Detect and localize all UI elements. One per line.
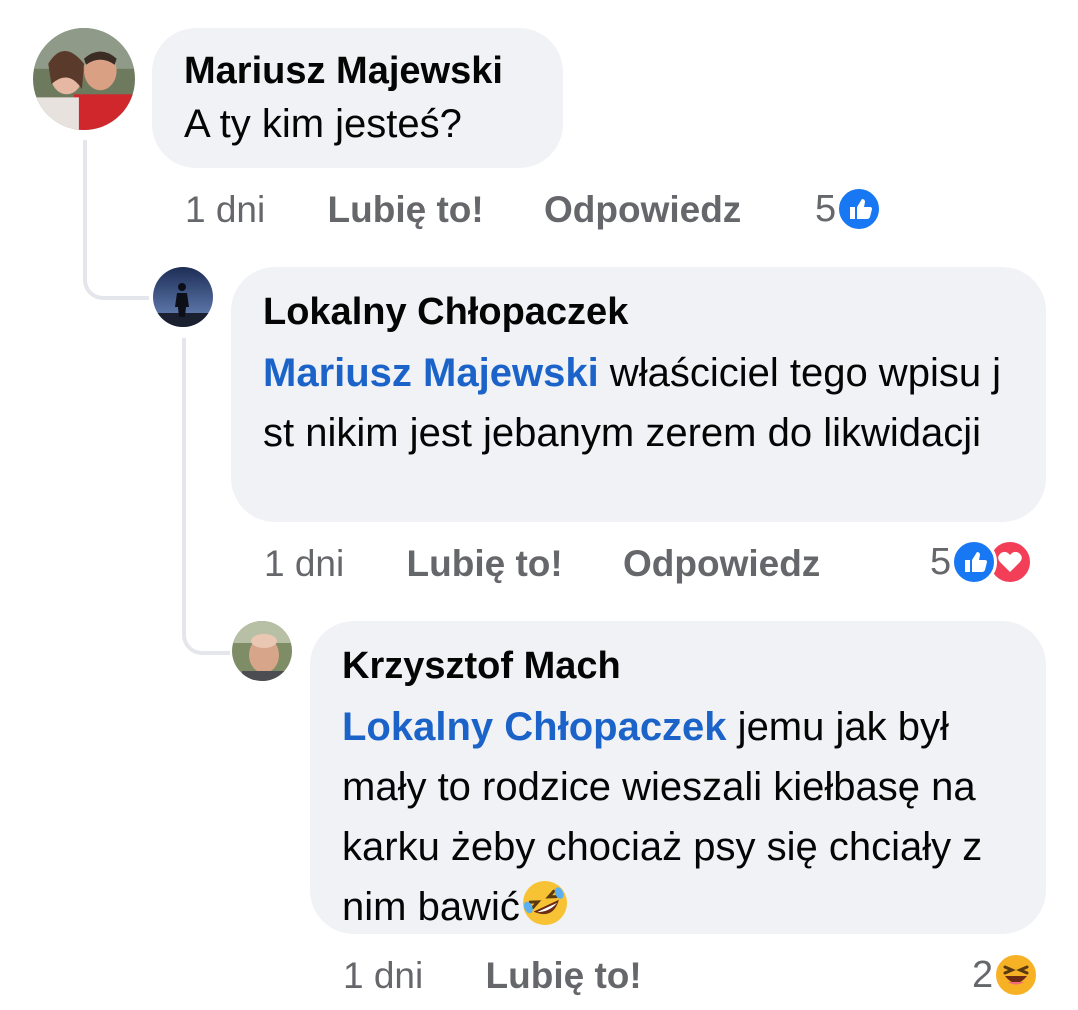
comment-text: Mariusz Majewski właściciel tego wpisu j… bbox=[263, 343, 1014, 463]
comment-text: Lokalny Chłopaczek jemu jak był mały to … bbox=[342, 697, 1014, 937]
reply-button[interactable]: Odpowiedz bbox=[623, 543, 820, 584]
thread-line-2 bbox=[182, 338, 230, 655]
silhouette-avatar-icon bbox=[153, 267, 213, 327]
rolling-on-floor-laughing-emoji-icon bbox=[522, 881, 567, 925]
thread-line-1 bbox=[83, 140, 149, 300]
mention-link[interactable]: Mariusz Majewski bbox=[263, 351, 599, 395]
haha-icon bbox=[993, 952, 1040, 998]
comment-bubble: Krzysztof Mach Lokalny Chłopaczek jemu j… bbox=[310, 621, 1046, 934]
comment-time[interactable]: 1 dni bbox=[185, 189, 265, 230]
couple-photo-avatar-icon bbox=[33, 28, 135, 130]
comment-actions: 1 dni Lubię to! Odpowiedz bbox=[264, 542, 820, 586]
comment-bubble: Lokalny Chłopaczek Mariusz Majewski właś… bbox=[231, 267, 1046, 522]
comment-bubble: Mariusz Majewski A ty kim jesteś? bbox=[152, 28, 563, 168]
like-button[interactable]: Lubię to! bbox=[486, 955, 642, 996]
comment-author[interactable]: Mariusz Majewski bbox=[184, 48, 531, 94]
avatar[interactable] bbox=[232, 621, 292, 681]
comment-actions: 1 dni Lubię to! bbox=[343, 954, 642, 998]
man-photo-avatar-icon bbox=[232, 621, 292, 681]
comment-time[interactable]: 1 dni bbox=[264, 543, 344, 584]
like-button[interactable]: Lubię to! bbox=[328, 189, 484, 230]
comment-author[interactable]: Krzysztof Mach bbox=[342, 643, 1014, 689]
avatar[interactable] bbox=[153, 267, 213, 327]
comment-time[interactable]: 1 dni bbox=[343, 955, 423, 996]
reply-button[interactable]: Odpowiedz bbox=[544, 189, 741, 230]
reaction-summary[interactable]: 5 bbox=[930, 539, 1034, 585]
reaction-count: 5 bbox=[930, 540, 952, 583]
like-icon bbox=[836, 186, 883, 232]
reaction-count: 2 bbox=[972, 953, 994, 996]
reaction-summary[interactable]: 5 bbox=[815, 186, 883, 232]
mention-link[interactable]: Lokalny Chłopaczek bbox=[342, 705, 727, 749]
comment-text: A ty kim jesteś? bbox=[184, 102, 462, 146]
like-button[interactable]: Lubię to! bbox=[407, 543, 563, 584]
like-icon bbox=[951, 539, 998, 585]
reaction-summary[interactable]: 2 bbox=[972, 952, 1040, 998]
reaction-count: 5 bbox=[815, 187, 837, 230]
avatar[interactable] bbox=[33, 28, 135, 130]
comment-author[interactable]: Lokalny Chłopaczek bbox=[263, 289, 1014, 335]
comment-actions: 1 dni Lubię to! Odpowiedz bbox=[185, 188, 741, 232]
